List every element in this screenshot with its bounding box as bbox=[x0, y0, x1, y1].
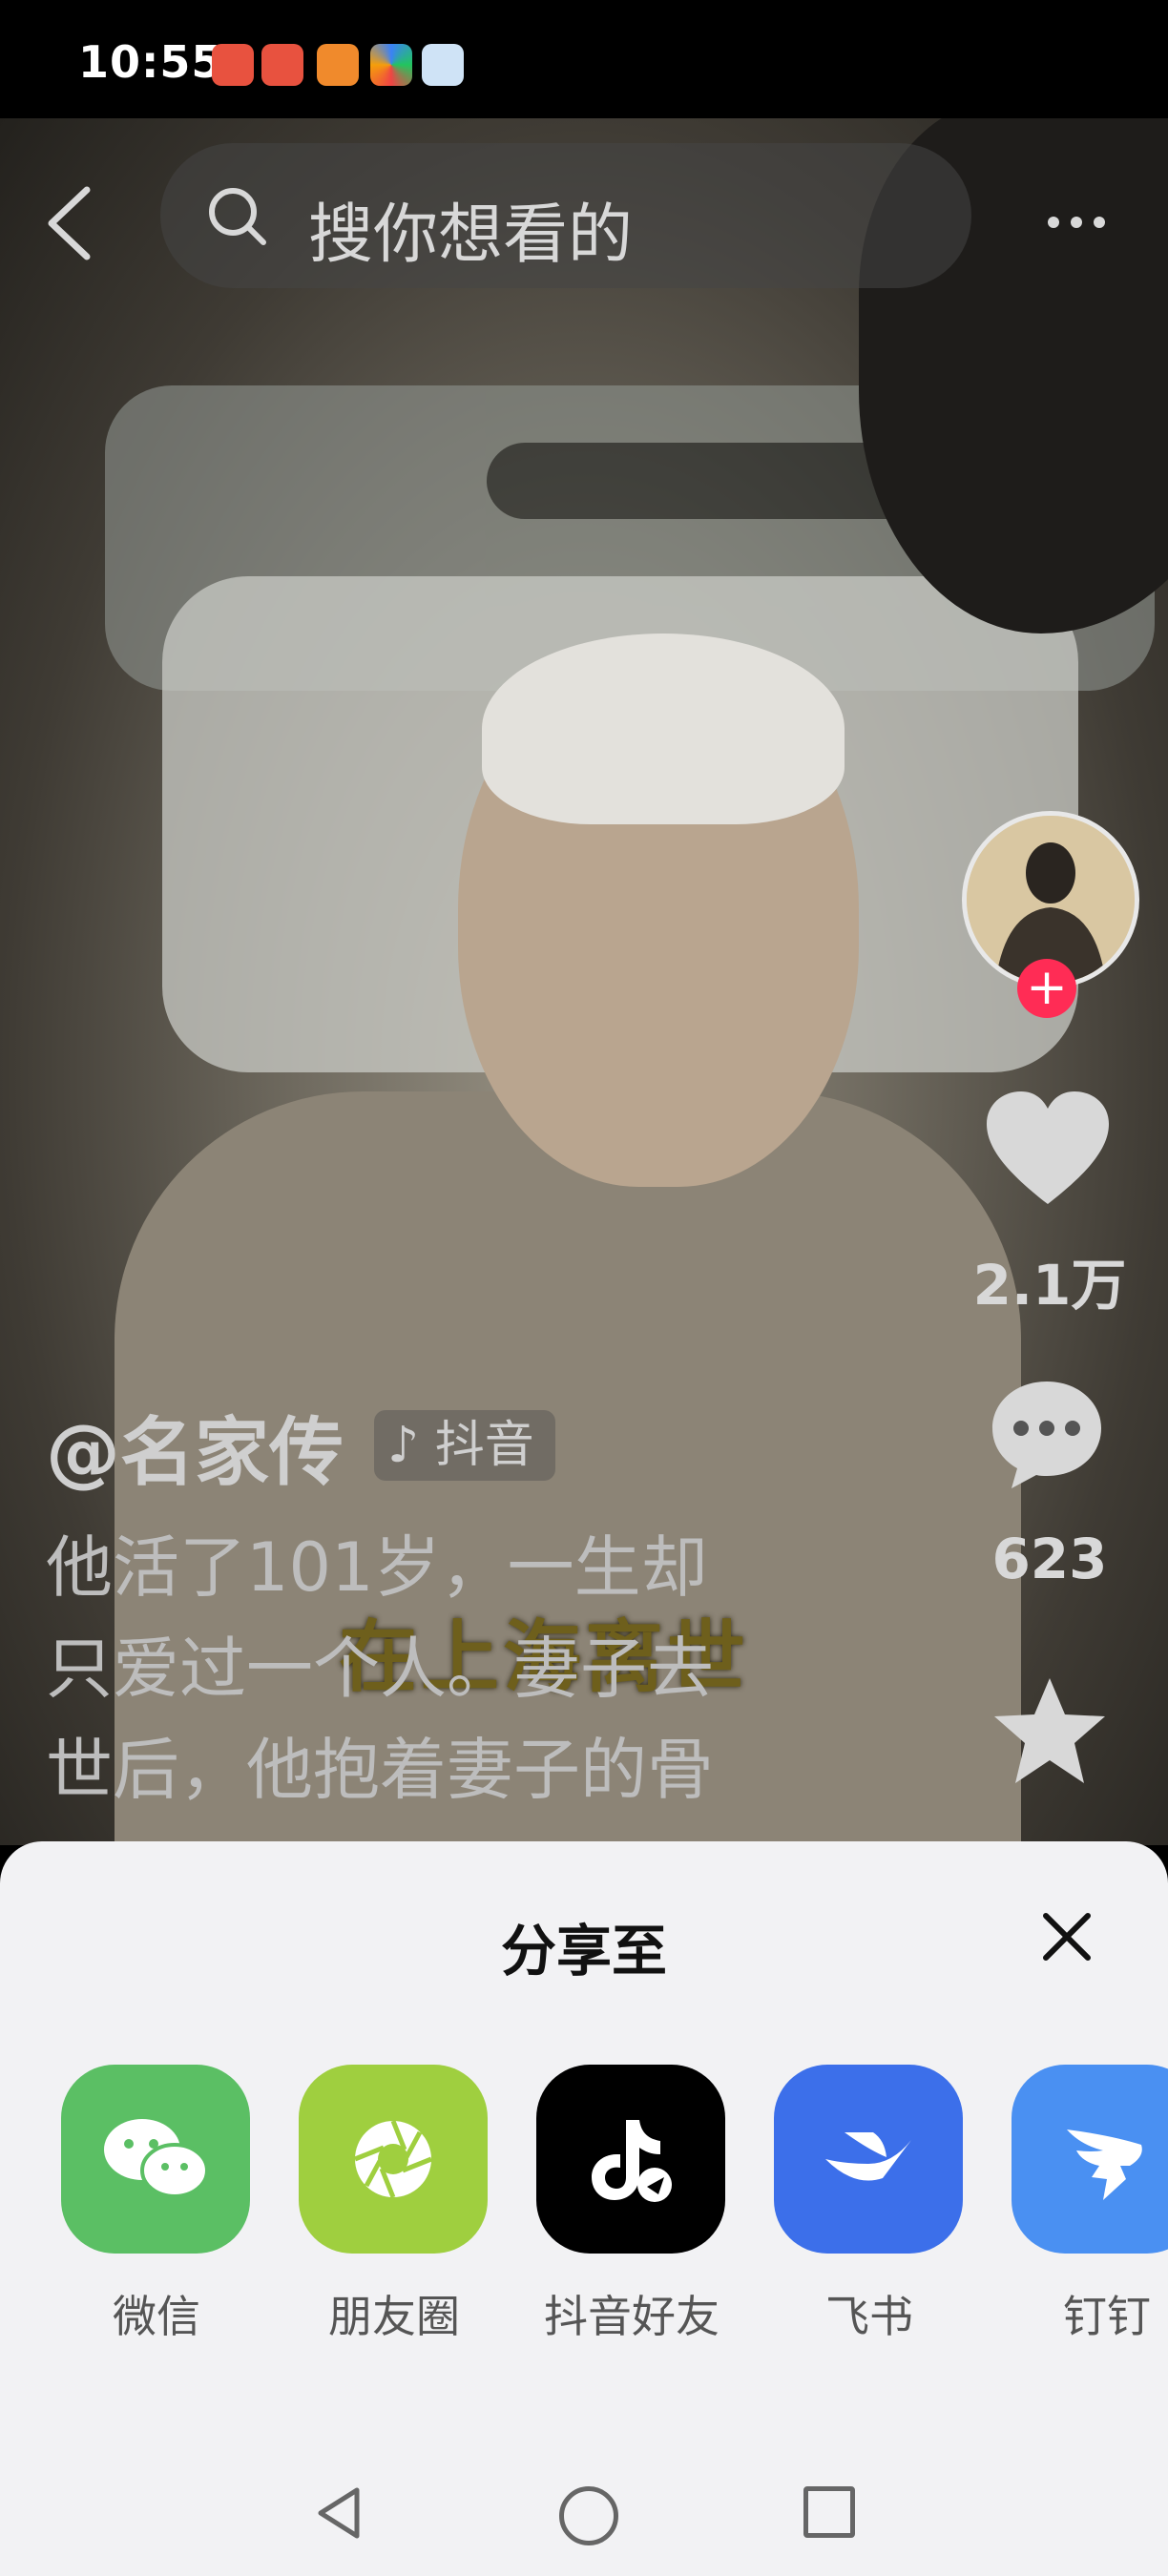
comment-count: 623 bbox=[991, 1527, 1108, 1591]
description-line: 只爱过一个人。妻子去 bbox=[46, 1630, 714, 1708]
wechat-icon bbox=[61, 2065, 250, 2254]
share-target-douyin-friend[interactable]: 抖音好友 bbox=[536, 2065, 727, 2345]
share-target-wechat[interactable]: 微信 bbox=[61, 2065, 252, 2345]
notification-heart-icon bbox=[317, 44, 359, 86]
nav-back-icon[interactable] bbox=[315, 2486, 363, 2540]
follow-plus-button[interactable]: + bbox=[1017, 959, 1076, 1018]
share-label: 抖音好友 bbox=[544, 2291, 720, 2342]
notification-app-icon bbox=[370, 44, 412, 86]
douyin-logo-icon: ♪ bbox=[387, 1417, 420, 1474]
favorite-star-icon[interactable] bbox=[991, 1674, 1109, 1789]
share-label: 钉钉 bbox=[1063, 2291, 1151, 2342]
description-line: 他活了101岁，一生却 bbox=[46, 1528, 708, 1607]
share-label: 微信 bbox=[113, 2291, 200, 2342]
comment-bubble-icon[interactable] bbox=[987, 1374, 1107, 1494]
author-name[interactable]: @名家传 bbox=[46, 1393, 344, 1500]
share-sheet-title: 分享至 bbox=[500, 1919, 667, 1984]
nav-home-icon[interactable] bbox=[559, 2486, 618, 2545]
notification-app-icon bbox=[422, 44, 464, 86]
video-description[interactable]: 他活了101岁，一生却 只爱过一个人。妻子去 世后，他抱着妻子的骨 bbox=[46, 1517, 809, 1820]
feishu-icon bbox=[774, 2065, 963, 2254]
more-options-icon[interactable] bbox=[1048, 214, 1116, 232]
like-count: 2.1万 bbox=[972, 1253, 1127, 1318]
nav-recents-icon[interactable] bbox=[803, 2486, 855, 2538]
moments-icon bbox=[299, 2065, 488, 2254]
top-bar: 搜你想看的 bbox=[0, 118, 1168, 319]
search-icon bbox=[209, 188, 266, 245]
description-line: 世后，他抱着妻子的骨 bbox=[46, 1731, 714, 1809]
platform-tag: ♪ 抖音 bbox=[374, 1410, 555, 1481]
share-target-moments[interactable]: 朋友圈 bbox=[299, 2065, 490, 2345]
system-nav-bar bbox=[0, 2462, 1168, 2566]
search-bar[interactable]: 搜你想看的 bbox=[160, 143, 971, 288]
share-target-dingtalk[interactable]: 钉钉 bbox=[1012, 2065, 1168, 2345]
like-heart-icon[interactable] bbox=[983, 1088, 1113, 1212]
patient-hair bbox=[482, 634, 845, 824]
dingtalk-icon bbox=[1012, 2065, 1168, 2254]
platform-tag-label: 抖音 bbox=[434, 1417, 534, 1474]
status-time: 10:55 bbox=[78, 36, 223, 88]
douyin-friend-icon bbox=[536, 2065, 725, 2254]
notification-app-icon bbox=[212, 44, 254, 86]
share-sheet: 分享至 微信 朋友圈 抖音好友 飞书 钉钉 bbox=[0, 1841, 1168, 2576]
share-label: 朋友圈 bbox=[328, 2291, 460, 2342]
back-arrow-icon[interactable] bbox=[34, 176, 101, 271]
share-target-feishu[interactable]: 飞书 bbox=[774, 2065, 965, 2345]
notification-app-icon bbox=[261, 44, 303, 86]
share-label: 飞书 bbox=[825, 2291, 913, 2342]
close-icon[interactable] bbox=[1038, 1908, 1095, 1965]
search-placeholder: 搜你想看的 bbox=[308, 197, 634, 273]
status-bar: 10:55 bbox=[0, 0, 1168, 118]
